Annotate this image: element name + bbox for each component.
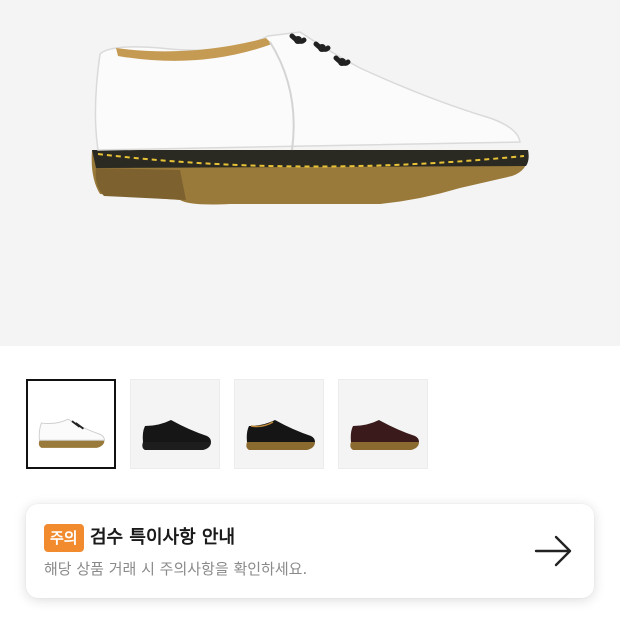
white-shoe-thumb-image <box>38 418 105 448</box>
white-derby-shoe-image <box>91 31 529 205</box>
arrow-right-icon[interactable] <box>534 534 574 568</box>
thumbnail-burgundy[interactable] <box>338 379 428 469</box>
thumbnail-black-brown-sole[interactable] <box>234 379 324 469</box>
inspection-notice-card[interactable]: 주의 검수 특이사항 안내 해당 상품 거래 시 주의사항을 확인하세요. <box>26 504 594 598</box>
black-shoe-thumb-image <box>142 420 211 450</box>
caution-badge: 주의 <box>44 524 84 552</box>
black-brown-shoe-thumb-image <box>246 420 315 450</box>
thumbnail-list <box>26 379 428 469</box>
notice-subtitle: 해당 상품 거래 시 주의사항을 확인하세요. <box>44 560 308 578</box>
burgundy-shoe-thumb-image <box>350 420 419 450</box>
thumbnail-white[interactable] <box>26 379 116 469</box>
product-main-image <box>0 0 620 346</box>
notice-title: 검수 특이사항 안내 <box>90 527 236 548</box>
thumbnail-black[interactable] <box>130 379 220 469</box>
